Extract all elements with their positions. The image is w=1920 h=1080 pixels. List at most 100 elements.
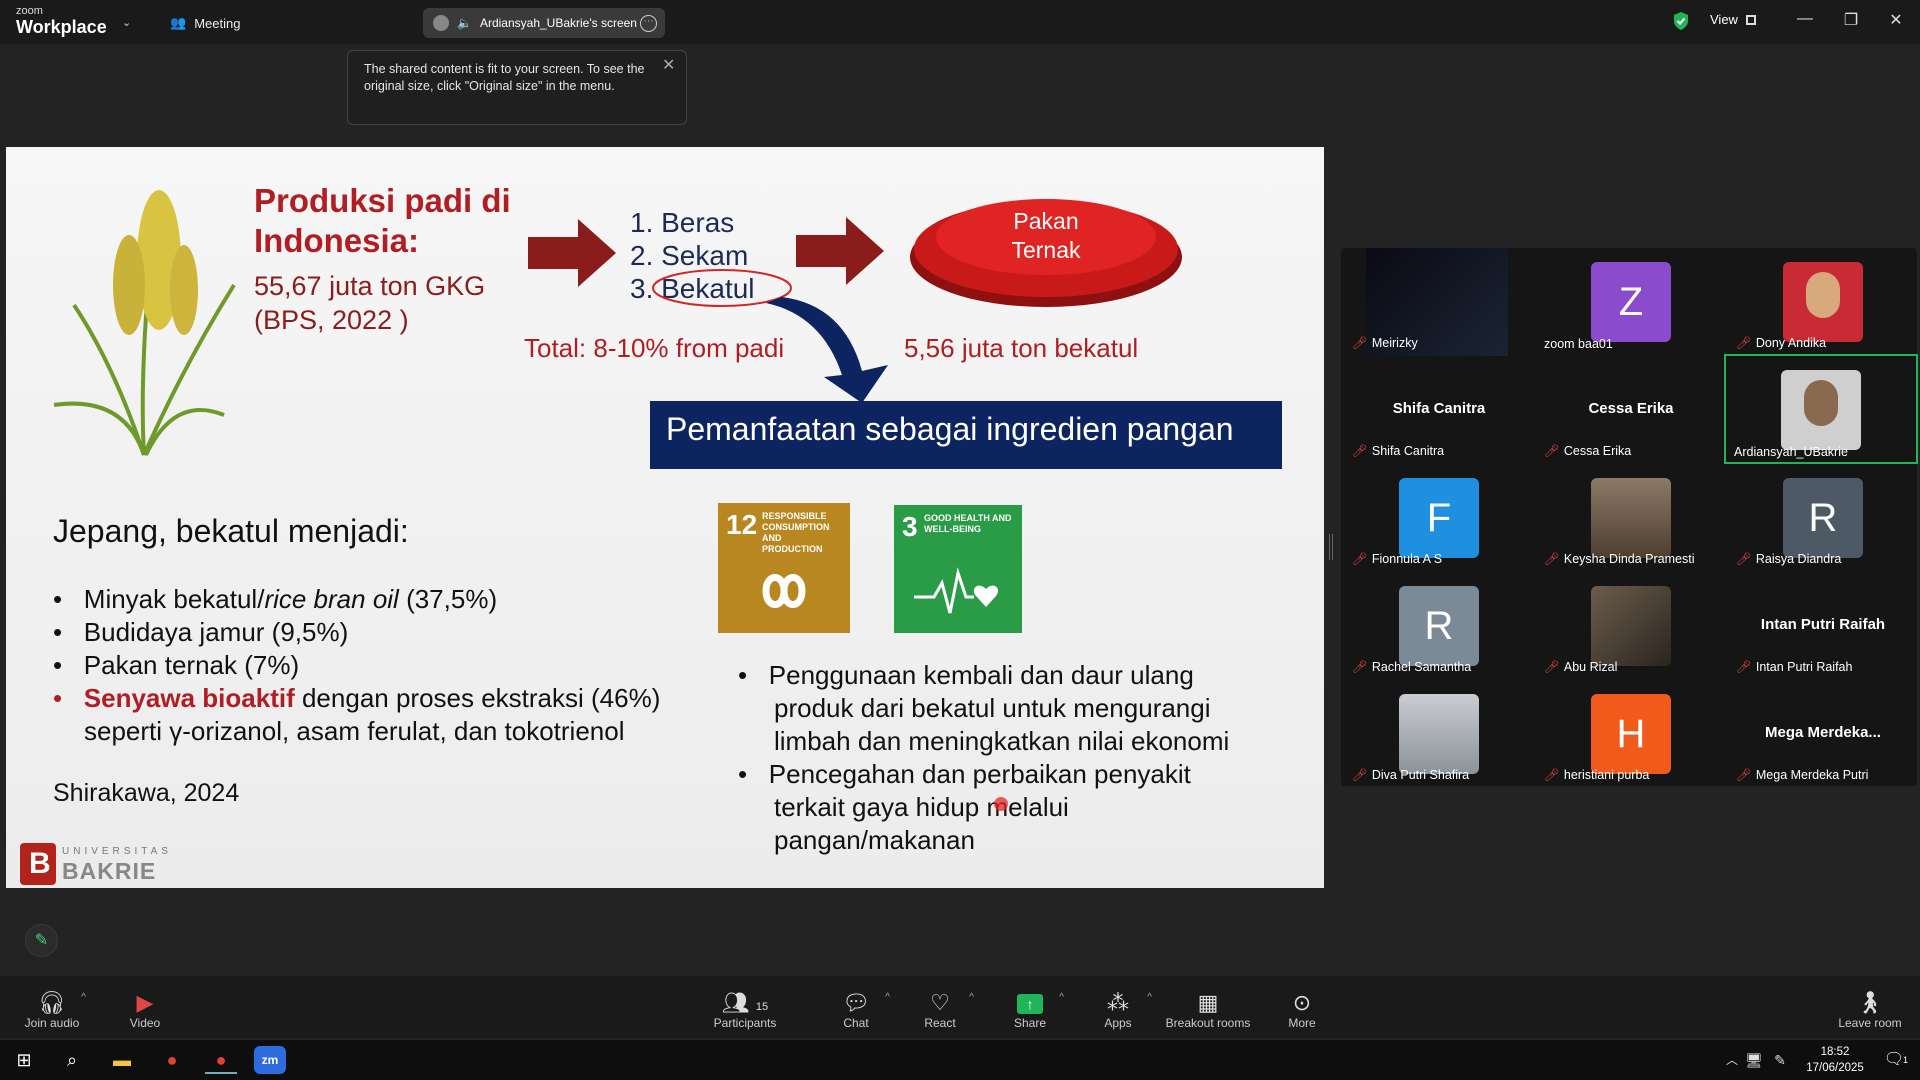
participant-name: 🎤︎ Intan Putri Raifah <box>1736 660 1853 674</box>
sdg12-number: 12 <box>726 509 758 540</box>
pen-icon[interactable]: ✎ <box>1764 1046 1796 1074</box>
chevron-up-icon[interactable]: ^ <box>969 992 974 1003</box>
bekatul-amount: 5,56 juta ton bekatul <box>904 333 1139 363</box>
video-off-icon: ▶︎ <box>136 990 154 1015</box>
participant-name: 🎤︎ Shifa Canitra <box>1352 444 1445 458</box>
chat-button[interactable]: 💬︎ Chat ^ <box>816 990 896 1030</box>
total-percentage: Total: 8-10% from padi <box>524 333 785 363</box>
join-audio-button[interactable]: 🎧︎ Join audio ^ <box>12 990 92 1030</box>
participant-tile[interactable]: 🎤︎ Abu Rizal <box>1536 572 1726 678</box>
chevron-up-icon[interactable]: ^ <box>1059 992 1064 1003</box>
speaker-icon: 🔈 <box>457 16 472 30</box>
jepang-bullet-3: • Pakan ternak (7%) <box>53 650 300 680</box>
display-name: Mega Merdeka... <box>1765 724 1881 741</box>
participant-name: 🎤︎ Keysha Dinda Pramesti <box>1544 552 1695 566</box>
participant-tile[interactable]: 🎤︎ Dony Andika <box>1728 248 1918 354</box>
meeting-button[interactable]: 👥 Meeting <box>170 13 240 33</box>
chevron-up-icon[interactable]: ^ <box>81 992 86 1003</box>
annotate-pen-icon[interactable]: ✎ <box>25 924 58 957</box>
pakan-ternak-label: Pakan Ternak <box>1011 208 1081 263</box>
active-speaker-tile[interactable]: Ardiansyah_UBakrie <box>1724 354 1918 464</box>
right-bullet-2: • Pencegahan dan perbaikan penyakit terk… <box>738 759 1191 855</box>
close-icon[interactable]: ✕ <box>1881 10 1911 30</box>
os-taskbar <box>0 1040 1920 1080</box>
bullet-text-italic: rice bran oil <box>264 584 399 614</box>
chevron-down-icon[interactable]: ⌄ <box>122 16 131 29</box>
shared-screen: Produksi padi di Indonesia: 55,67 juta t… <box>6 147 1324 888</box>
participant-tile[interactable]: 🎤︎ Diva Putri Shafira <box>1344 680 1534 786</box>
bullet-text: terkait gaya hidup melalui <box>774 792 1069 822</box>
windows-start-icon[interactable]: ⊞ <box>8 1046 40 1074</box>
view-label: View <box>1710 12 1738 27</box>
participant-tile[interactable]: Intan Putri Raifah 🎤︎ Intan Putri Raifah <box>1728 572 1918 678</box>
minimize-icon[interactable]: — <box>1790 10 1820 28</box>
breakout-rooms-button[interactable]: ▦ Breakout rooms <box>1158 990 1258 1030</box>
shield-icon[interactable] <box>1672 11 1690 31</box>
file-explorer-icon[interactable]: ▬ <box>106 1046 138 1074</box>
slide-title: Produksi padi di Indonesia: <box>254 182 511 259</box>
display-name: Shifa Canitra <box>1392 400 1486 417</box>
zoom-app-icon[interactable]: zm <box>254 1046 286 1074</box>
chrome-icon[interactable]: ● <box>156 1046 188 1074</box>
display-name: Cessa Erika <box>1588 400 1674 417</box>
jepang-bullet-4: • Senyawa bioaktif dengan proses ekstrak… <box>53 683 661 713</box>
chevron-up-icon[interactable]: ^ <box>1147 992 1152 1003</box>
notifications-icon[interactable]: 🗨︎ 1 <box>1878 1046 1910 1074</box>
participants-button[interactable]: 👥︎ 15 Participants <box>705 990 785 1030</box>
bullet-text: Minyak bekatul/ <box>83 584 265 614</box>
more-icon: ⊙ <box>1292 990 1312 1015</box>
laser-pointer <box>994 797 1008 811</box>
participant-tile[interactable]: R 🎤︎ Rachel Samantha <box>1344 572 1534 678</box>
breakout-rooms-icon: ▦ <box>1197 990 1219 1015</box>
more-options-icon[interactable]: ⋯ <box>640 15 657 32</box>
product-item-beras: 1. Beras <box>630 207 735 238</box>
participant-name: 🎤︎ Meirizky <box>1352 336 1418 350</box>
sdg3-number: 3 <box>902 511 918 542</box>
view-button[interactable]: View <box>1710 12 1756 27</box>
participant-tile[interactable]: Zzoom baa01 <box>1536 248 1726 354</box>
share-button[interactable]: ↑ Share ^ <box>990 990 1070 1030</box>
heartbeat-icon <box>914 567 999 614</box>
people-icon: 👥 <box>170 15 187 30</box>
bullet-text: dengan proses ekstraksi (46%) <box>294 683 661 713</box>
bullet-text: Budidaya jamur (9,5%) <box>83 617 349 647</box>
chrome-icon[interactable]: ● <box>205 1046 237 1074</box>
rice-plant-image <box>53 190 236 456</box>
share-indicator[interactable]: 🔈 Ardiansyah_UBakrie's screen <box>423 8 665 38</box>
arrow-right-icon <box>528 219 616 287</box>
react-button[interactable]: ♡ React ^ <box>900 990 980 1030</box>
tooltip-text: The shared content is fit to your screen… <box>364 62 645 93</box>
avatar: H <box>1591 694 1671 774</box>
more-button[interactable]: ⊙ More <box>1262 990 1342 1030</box>
participant-tile[interactable]: Mega Merdeka... 🎤︎ Mega Merdeka Putri <box>1728 680 1918 786</box>
jepang-bullet-1: • Minyak bekatul/rice bran oil (37,5%) <box>53 584 498 614</box>
participant-name: 🎤︎ Dony Andika <box>1736 336 1827 350</box>
restore-icon[interactable]: ❐ <box>1836 10 1866 30</box>
chat-icon: 💬︎ <box>842 990 870 1015</box>
participant-tile[interactable]: Cessa Erika 🎤︎ Cessa Erika <box>1536 356 1726 462</box>
video-button[interactable]: ▶︎ Video <box>105 990 185 1030</box>
title-bar <box>0 0 1920 44</box>
apps-button[interactable]: ⁂ Apps ^ <box>1078 990 1158 1030</box>
participants-count: 15 <box>755 1001 769 1013</box>
search-icon[interactable]: ⌕ <box>56 1046 88 1074</box>
participant-tile[interactable]: R 🎤︎ Raisya Diandra <box>1728 464 1918 570</box>
participant-tile[interactable]: Shifa Canitra 🎤︎ Shifa Canitra <box>1344 356 1534 462</box>
participant-tile[interactable]: H 🎤︎ heristiani purba <box>1536 680 1726 786</box>
participant-tile[interactable]: 🎤︎ Keysha Dinda Pramesti <box>1536 464 1726 570</box>
close-icon[interactable]: ✕ <box>662 55 675 75</box>
mic-muted-icon: 🎤︎ <box>1352 552 1368 566</box>
sdg3-text: GOOD HEALTH AND WELL-BEING <box>924 513 1012 534</box>
participant-tile[interactable]: F 🎤︎ Fionnula A S <box>1344 464 1534 570</box>
jepang-bullet-4-cont: seperti γ-orizanol, asam ferulat, dan to… <box>84 716 625 746</box>
leave-room-button[interactable]: 🚶︎ Leave room <box>1830 990 1910 1030</box>
clock[interactable]: 18:52 17/06/2025 <box>1800 1044 1870 1076</box>
share-label: Ardiansyah_UBakrie's screen <box>479 16 637 30</box>
participant-name: 🎤︎ Cessa Erika <box>1544 444 1632 458</box>
sdg12-text: RESPONSIBLE CONSUMPTION AND PRODUCTION <box>762 511 830 554</box>
participant-tile[interactable]: 🎤︎ Meirizky <box>1344 248 1534 356</box>
splitter-handle[interactable] <box>1329 534 1333 560</box>
headphones-icon: 🎧︎ <box>38 990 66 1015</box>
chevron-up-icon[interactable]: ^ <box>885 992 890 1003</box>
meeting-label: Meeting <box>194 15 241 31</box>
